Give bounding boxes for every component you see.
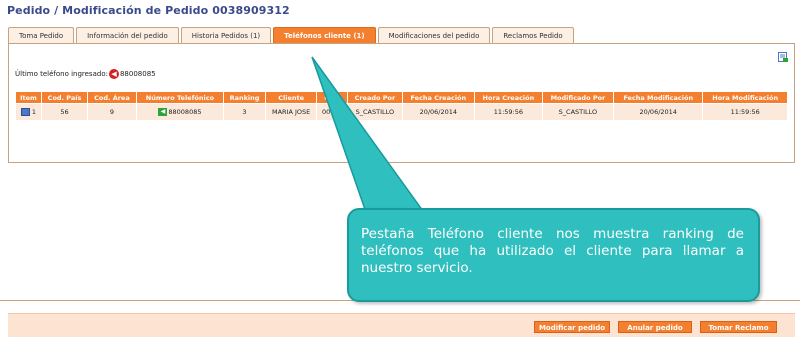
col-numero[interactable]: Número Telefónico [135,91,225,104]
cell-cod-area: 9 [87,103,137,121]
phones-table: Item Cod. País Cod. Área Número Telefóni… [15,91,788,121]
col-hora-creacion[interactable]: Hora Creación [474,91,543,104]
telefonos-panel: Último teléfono ingresado: ◀ 88008085 It… [8,43,795,163]
table-row[interactable]: 1 56 9 ◀ 88008085 3 MARIA JOSE 00129 S_CA… [15,103,788,121]
col-cliente[interactable]: Cliente [264,91,318,104]
phone-red-icon: ◀ [108,69,119,79]
cell-fecha-modificacion: 20/06/2014 [613,103,704,121]
col-modificado-por[interactable]: Modificado Por [541,91,615,104]
table-header-row: Item Cod. País Cod. Área Número Telefóni… [15,91,788,104]
tab-bar: Toma Pedido Información del pedido Histo… [8,27,574,44]
cell-item: 1 [15,103,42,121]
cell-cliente: MARIA JOSE [264,103,318,121]
cell-cod-pais: 56 [40,103,89,121]
cell-hora-creacion: 11:59:56 [474,103,543,121]
col-item[interactable]: Item [15,91,42,104]
col-creado-por[interactable]: Creado Por [347,91,403,104]
numero-value: 88008085 [168,108,202,116]
cell-modificado-por: S_CASTILLO [541,103,615,121]
tab-informacion-pedido[interactable]: Información del pedido [76,27,179,44]
tomar-reclamo-button[interactable]: Tomar Reclamo [700,321,777,333]
annotation-callout: Pestaña Teléfono cliente nos muestra ran… [347,208,760,302]
list-export-icon[interactable] [778,52,788,62]
col-fecha-creacion[interactable]: Fecha Creación [401,91,476,104]
cell-numero: ◀ 88008085 [135,103,225,121]
tab-telefonos-cliente[interactable]: Teléfonos cliente (1) [273,27,376,44]
cell-ranking: 3 [223,103,266,121]
cell-creado-por: S_CASTILLO [347,103,403,121]
tab-reclamos-pedido[interactable]: Reclamos Pedido [492,27,574,44]
cell-codigo: 00129 [316,103,349,121]
col-hora-modificacion[interactable]: Hora Modificación [702,91,788,104]
tab-historia-pedidos[interactable]: Historia Pedidos (1) [180,27,272,44]
edit-icon[interactable] [20,108,30,116]
callout-text: Pestaña Teléfono cliente nos muestra ran… [361,226,744,276]
col-cod-area[interactable]: Cod. Área [87,91,137,104]
tab-toma-pedido[interactable]: Toma Pedido [8,27,75,44]
last-phone-info: Último teléfono ingresado: ◀ 88008085 [15,69,156,79]
tab-modificaciones-pedido[interactable]: Modificaciones del pedido [377,27,491,44]
modificar-pedido-button[interactable]: Modificar pedido [534,321,610,333]
col-codigo[interactable]: Codi [316,91,349,104]
phone-green-icon[interactable]: ◀ [158,108,168,116]
col-ranking[interactable]: Ranking [223,91,266,104]
col-cod-pais[interactable]: Cod. País [40,91,89,104]
anular-pedido-button[interactable]: Anular pedido [618,321,692,333]
last-phone-value: 88008085 [119,70,156,78]
last-phone-label: Último teléfono ingresado: [15,70,108,78]
cell-hora-modificacion: 11:59:56 [702,103,788,121]
page-title: Pedido / Modificación de Pedido 00389093… [7,4,290,17]
item-value: 1 [31,108,37,116]
col-fecha-modificacion[interactable]: Fecha Modificación [613,91,704,104]
cell-fecha-creacion: 20/06/2014 [401,103,476,121]
